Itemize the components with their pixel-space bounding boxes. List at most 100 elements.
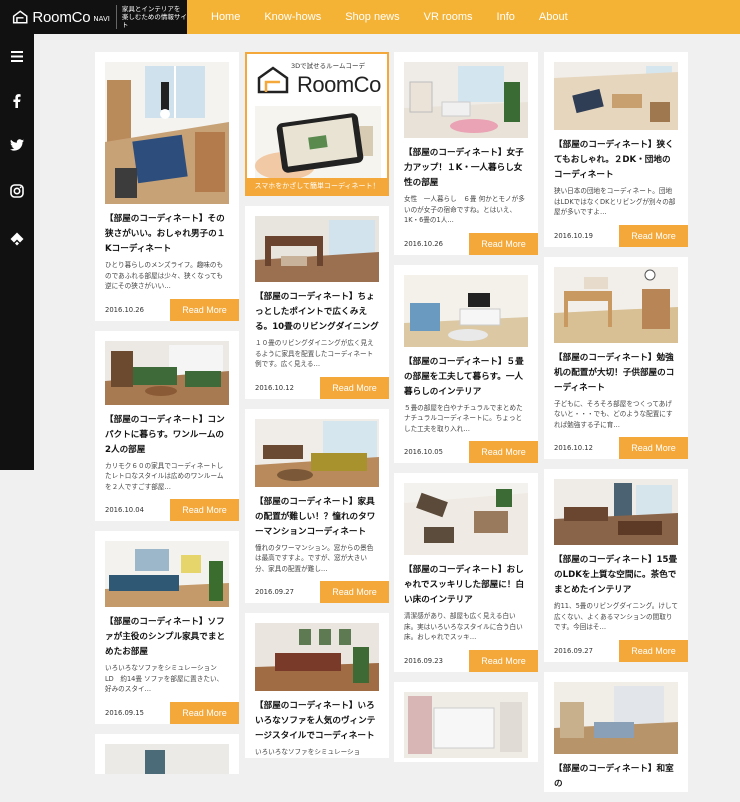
- article-date: 2016.09.27: [554, 646, 593, 655]
- article-title[interactable]: 【部屋のコーディネート】いろいろなソファを人気のヴィンテージスタイルでコーディネ…: [255, 699, 379, 744]
- read-more-button[interactable]: Read More: [619, 437, 688, 459]
- brand-name: RoomCo: [32, 8, 91, 26]
- article-footer: 2016.09.27 Read More: [245, 581, 389, 603]
- article-date: 2016.10.05: [404, 448, 443, 456]
- article-title[interactable]: 【部屋のコーディネート】５畳の部屋を工夫して暮らす。一人暮らしのインテリア: [404, 355, 528, 400]
- article-footer: 2016.09.23 Read More: [394, 649, 538, 672]
- brand-sub: NAVI: [93, 15, 110, 23]
- article-footer: 2016.09.15 Read More: [95, 701, 239, 724]
- article-column-3: 【部屋のコーディネート】女子力アップ！１K・一人暮らし女性の部屋 女性 一人暮ら…: [394, 52, 538, 772]
- article-thumbnail: [554, 681, 678, 754]
- article-excerpt: 子どもに、そろそろ部屋をつくってあげないと・・・でも、どのような配置にすれば勉強…: [554, 399, 673, 429]
- article-card[interactable]: 【部屋のコーディネート】女子力アップ！１K・一人暮らし女性の部屋 女性 一人暮ら…: [394, 52, 538, 255]
- article-card[interactable]: 【部屋のコーディネート】その狭さがいい。おしゃれ男子の１Kコーディネート ひとり…: [95, 52, 239, 321]
- nav-home[interactable]: Home: [211, 11, 240, 23]
- nav-vr-rooms[interactable]: VR rooms: [424, 11, 473, 23]
- article-thumbnail: [105, 541, 229, 607]
- top-header: RoomCo NAVI 家具とインテリアを 楽しむための情報サイト Home K…: [0, 0, 740, 34]
- article-excerpt: いろいろなソファをシミュレーショ: [255, 748, 361, 756]
- read-more-button[interactable]: Read More: [469, 441, 538, 463]
- article-thumbnail: [105, 743, 229, 774]
- article-footer: 2016.10.04 Read More: [95, 499, 239, 521]
- article-excerpt: いろいろなソファをシミュレーション LD 約14畳 ソファを部屋に置きたい、好み…: [105, 664, 224, 693]
- article-excerpt: ひとり暮らしのメンズライフ。趣味のものであふれる部屋は少々、狭くなっても逆にその…: [105, 261, 224, 290]
- article-title[interactable]: 【部屋のコーディネート】女子力アップ！１K・一人暮らし女性の部屋: [404, 146, 528, 191]
- article-title[interactable]: 【部屋のコーディネート】15畳のLDKを上質な空間に。茶色でまとめたインテリア: [554, 553, 678, 598]
- feedly-icon[interactable]: [0, 227, 34, 251]
- left-social-bar: [0, 34, 34, 470]
- article-title[interactable]: 【部屋のコーディネート】狭くてもおしゃれ。２DK・団地のコーディネート: [554, 138, 678, 183]
- article-thumbnail: [255, 418, 379, 487]
- article-thumbnail: [404, 691, 528, 758]
- brand-tagline: 家具とインテリアを 楽しむための情報サイト: [115, 5, 187, 29]
- phone-hand-illustration: [255, 106, 381, 178]
- article-column-1: 【部屋のコーディネート】その狭さがいい。おしゃれ男子の１Kコーディネート ひとり…: [95, 52, 239, 784]
- article-excerpt: カリモク６０の家具でコーディネートしたレトロなスタイルは広めのワンルームを２人で…: [105, 461, 224, 491]
- article-date: 2016.10.12: [554, 444, 593, 452]
- article-thumbnail: [255, 216, 379, 282]
- article-card[interactable]: 【部屋のコーディネート】勉強机の配置が大切！子供部屋のコーディネート 子どもに、…: [544, 256, 688, 459]
- read-more-button[interactable]: Read More: [469, 232, 538, 255]
- article-card[interactable]: 【部屋のコーディネート】家具の配置が難しい！？憧れのタワーマンションコーディネー…: [245, 408, 389, 603]
- article-card[interactable]: 【部屋のコーディネート】15畳のLDKを上質な空間に。茶色でまとめたインテリア …: [544, 469, 688, 662]
- article-excerpt: ５畳の部屋を白やナチュラルでまとめたナチュラルコーディネートに。ちょっとした工夫…: [404, 403, 523, 433]
- roomco-app-ad[interactable]: 3Dで試せるルームコーデ RoomCo スマホをかざして簡単コーディネート！: [245, 52, 389, 196]
- article-excerpt: 狭い日本の団地をコーディネート。団地はLDKではなくDKとリビングが別々の部屋が…: [554, 187, 676, 216]
- roomco-logo-icon: [257, 66, 289, 94]
- article-date: 2016.09.23: [404, 656, 443, 665]
- article-date: 2016.09.15: [105, 708, 144, 717]
- read-more-button[interactable]: Read More: [170, 298, 239, 321]
- article-title[interactable]: 【部屋のコーディネート】ちょっとしたポイントで広くみえる。10畳のリビングダイニ…: [255, 290, 379, 335]
- article-title[interactable]: 【部屋のコーディネート】家具の配置が難しい！？憧れのタワーマンションコーディネー…: [255, 495, 379, 540]
- article-card[interactable]: 【部屋のコーディネート】おしゃれでスッキリした部屋に！白い床のインテリア 清潔感…: [394, 473, 538, 672]
- article-thumbnail: [554, 62, 678, 130]
- article-title[interactable]: 【部屋のコーディネート】ソファが主役のシンプル家具でまとめたお部屋: [105, 615, 229, 660]
- article-date: 2016.10.12: [255, 383, 294, 392]
- article-title[interactable]: 【部屋のコーディネート】勉強机の配置が大切！子供部屋のコーディネート: [554, 351, 678, 396]
- twitter-icon[interactable]: [0, 133, 34, 157]
- article-footer: 2016.10.26 Read More: [394, 232, 538, 255]
- article-card[interactable]: 【部屋のコーディネート】コンパクトに暮らす。ワンルームの2人の部屋 カリモク６０…: [95, 330, 239, 521]
- menu-icon[interactable]: [0, 44, 34, 68]
- instagram-icon[interactable]: [0, 179, 34, 203]
- article-card[interactable]: [394, 681, 538, 762]
- article-footer: 2016.10.19 Read More: [544, 224, 688, 247]
- article-thumbnail: [554, 479, 678, 545]
- nav-about[interactable]: About: [539, 11, 568, 23]
- article-footer: 2016.10.12 Read More: [544, 437, 688, 459]
- article-card[interactable]: 【部屋のコーディネート】狭くてもおしゃれ。２DK・団地のコーディネート 狭い日本…: [544, 52, 688, 247]
- read-more-button[interactable]: Read More: [170, 499, 239, 521]
- site-brand[interactable]: RoomCo NAVI 家具とインテリアを 楽しむための情報サイト: [0, 0, 187, 34]
- read-more-button[interactable]: Read More: [619, 224, 688, 247]
- read-more-button[interactable]: Read More: [320, 376, 389, 399]
- article-thumbnail: [404, 483, 528, 555]
- article-thumbnail: [554, 266, 678, 343]
- nav-shop-news[interactable]: Shop news: [345, 11, 399, 23]
- article-title[interactable]: 【部屋のコーディネート】和室の: [554, 762, 678, 792]
- article-title[interactable]: 【部屋のコーディネート】コンパクトに暮らす。ワンルームの2人の部屋: [105, 413, 229, 458]
- read-more-button[interactable]: Read More: [619, 639, 688, 662]
- read-more-button[interactable]: Read More: [469, 649, 538, 672]
- read-more-button[interactable]: Read More: [170, 701, 239, 724]
- article-column-2: 3Dで試せるルームコーデ RoomCo スマホをかざして簡単コーディネート！ 【…: [245, 52, 389, 768]
- article-thumbnail: [105, 340, 229, 405]
- article-card[interactable]: 【部屋のコーディネート】ソファが主役のシンプル家具でまとめたお部屋 いろいろなソ…: [95, 531, 239, 724]
- ad-banner-text: スマホをかざして簡単コーディネート！: [247, 178, 387, 194]
- nav-know-hows[interactable]: Know-hows: [264, 11, 321, 23]
- roomco-logo-icon: [12, 10, 28, 24]
- article-card[interactable]: 【部屋のコーディネート】いろいろなソファを人気のヴィンテージスタイルでコーディネ…: [245, 613, 389, 758]
- article-date: 2016.09.27: [255, 588, 294, 596]
- article-title[interactable]: 【部屋のコーディネート】おしゃれでスッキリした部屋に！白い床のインテリア: [404, 563, 528, 608]
- article-date: 2016.10.26: [105, 305, 144, 314]
- facebook-icon[interactable]: [0, 89, 34, 113]
- article-thumbnail: [105, 62, 229, 204]
- article-card[interactable]: 【部屋のコーディネート】和室の: [544, 671, 688, 792]
- article-date: 2016.10.26: [404, 239, 443, 248]
- article-card[interactable]: 【部屋のコーディネート】ちょっとしたポイントで広くみえる。10畳のリビングダイニ…: [245, 206, 389, 399]
- read-more-button[interactable]: Read More: [320, 581, 389, 603]
- article-card[interactable]: 【部屋のコーディネート】５畳の部屋を工夫して暮らす。一人暮らしのインテリア ５畳…: [394, 264, 538, 463]
- article-column-4: 【部屋のコーディネート】狭くてもおしゃれ。２DK・団地のコーディネート 狭い日本…: [544, 52, 688, 802]
- article-footer: 2016.09.27 Read More: [544, 639, 688, 662]
- article-title[interactable]: 【部屋のコーディネート】その狭さがいい。おしゃれ男子の１Kコーディネート: [105, 212, 229, 257]
- nav-info[interactable]: Info: [497, 11, 515, 23]
